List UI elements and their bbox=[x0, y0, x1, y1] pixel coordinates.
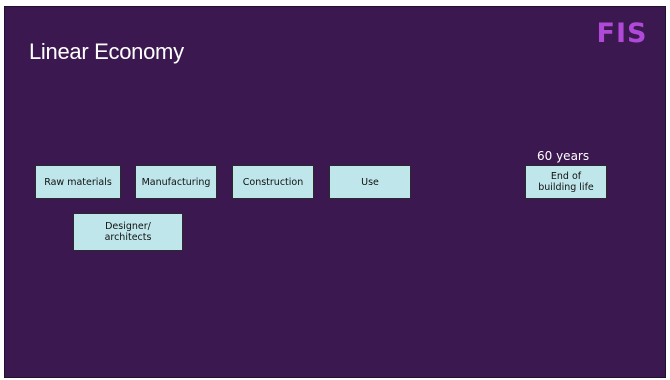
box-use: Use bbox=[329, 165, 411, 199]
box-construction: Construction bbox=[232, 165, 314, 199]
box-raw-materials: Raw materials bbox=[35, 165, 121, 199]
fis-logo-text: FIS bbox=[597, 18, 648, 47]
box-use-label: Use bbox=[361, 176, 379, 188]
box-construction-label: Construction bbox=[242, 176, 304, 188]
box-manufacturing-label: Manufacturing bbox=[141, 176, 211, 188]
box-manufacturing: Manufacturing bbox=[135, 165, 217, 199]
box-designer-architects: Designer/ architects bbox=[73, 213, 183, 251]
box-end-of-building-life: End of building life bbox=[525, 165, 607, 199]
box-end-of-building-life-label: End of building life bbox=[538, 171, 594, 193]
slide-title: Linear Economy bbox=[29, 39, 184, 64]
box-raw-materials-label: Raw materials bbox=[44, 176, 112, 188]
slide: Linear Economy FIS Raw materials Manufac… bbox=[4, 6, 666, 378]
fis-logo: FIS bbox=[597, 18, 648, 47]
box-designer-architects-label: Designer/ architects bbox=[104, 221, 152, 243]
duration-annotation: 60 years bbox=[537, 149, 590, 163]
